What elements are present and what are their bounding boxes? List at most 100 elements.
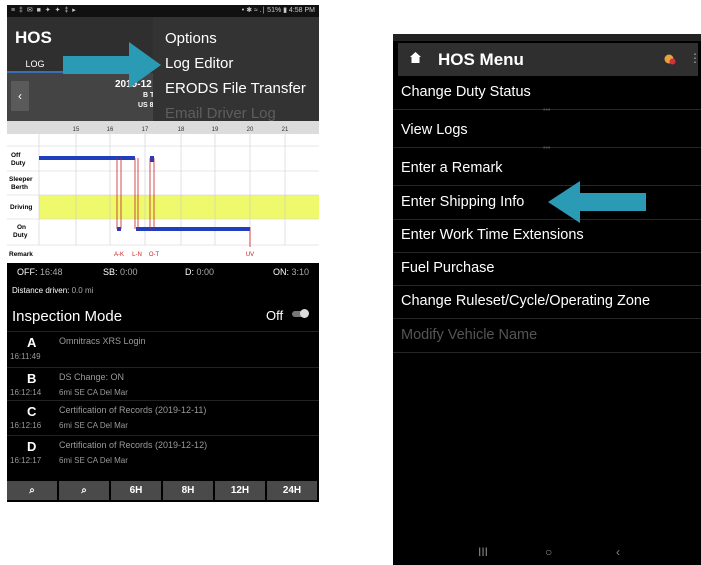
status-bar [393, 34, 701, 41]
zoom-6h-button[interactable]: 6H [111, 481, 161, 500]
event-row[interactable]: C Certification of Records (2019-12-11) … [7, 400, 319, 433]
zoom-in-button[interactable]: ⌕ [7, 481, 57, 500]
event-description: DS Change: ON [59, 372, 125, 382]
event-letter: A [27, 335, 37, 350]
options-menu: Options Log Editor ERODS File Transfer E… [153, 17, 319, 122]
summary-on-value: 3:10 [291, 267, 310, 277]
home-icon[interactable] [409, 51, 422, 64]
right-phone-screen: HOS Menu ⋮ Change Duty Status ••• View L… [393, 34, 701, 565]
menu-item-label: Enter a Remark [401, 160, 503, 176]
summary-d-value: 0:00 [196, 267, 215, 277]
app-bar: HOS Menu ⋮ [398, 43, 701, 76]
menu-item-erods-file-transfer[interactable]: ERODS File Transfer [165, 80, 306, 97]
inspection-toggle-knob[interactable] [300, 309, 309, 318]
event-row[interactable]: A Omnitracs XRS Login 16:11:49 [7, 331, 319, 364]
summary-on: ON: 3:10 [273, 267, 309, 277]
summary-sb: SB: 0:00 [103, 267, 138, 277]
duty-status-graph: 15 16 17 18 19 20 21 Off Duty Sleeper Be… [7, 121, 319, 263]
remark-label: UV [246, 252, 254, 258]
zoom-bar: ⌕ ⌕ 6H 8H 12H 24H [7, 479, 319, 502]
menu-item-change-duty-status[interactable]: Change Duty Status [393, 76, 701, 110]
remark-label: O-T [149, 252, 160, 258]
menu-item-label: Change Duty Status [401, 84, 531, 100]
home-nav-button[interactable]: ○ [545, 545, 552, 559]
event-location: 6mi SE CA Del Mar [59, 421, 128, 430]
menu-item-modify-vehicle-name[interactable]: Modify Vehicle Name [393, 319, 701, 353]
hour-axis-bar [7, 121, 319, 134]
remark-label: L-N [132, 252, 142, 258]
menu-item-enter-remark[interactable]: Enter a Remark [393, 152, 701, 186]
hour-tick-label: 17 [142, 127, 149, 133]
summary-off: OFF: 16:48 [17, 267, 63, 277]
hour-tick-label: 19 [212, 127, 219, 133]
hour-tick-label: 15 [73, 127, 80, 133]
separator-dots: ••• [543, 145, 551, 152]
menu-item-options[interactable]: Options [165, 30, 217, 47]
overflow-menu-icon[interactable]: ⋮ [689, 51, 701, 65]
summary-d: D: 0:00 [185, 267, 214, 277]
hour-tick-label: 20 [247, 127, 254, 133]
event-row[interactable]: D Certification of Records (2019-12-12) … [7, 435, 319, 468]
menu-item-change-ruleset[interactable]: Change Ruleset/Cycle/Operating Zone [393, 285, 701, 319]
inspection-mode-row[interactable]: Inspection Mode Off [7, 299, 319, 331]
zoom-8h-button[interactable]: 8H [163, 481, 213, 500]
menu-item-fuel-purchase[interactable]: Fuel Purchase [393, 252, 701, 286]
zoom-12h-button[interactable]: 12H [215, 481, 265, 500]
row-label-off-duty-2: Duty [11, 160, 26, 167]
menu-item-label: Enter Shipping Info [401, 194, 525, 210]
menu-item-label: Enter Work Time Extensions [401, 227, 584, 243]
event-time: 16:12:16 [10, 421, 42, 430]
callout-arrow-right [548, 181, 646, 223]
menu-item-work-time-extensions[interactable]: Enter Work Time Extensions [393, 219, 701, 253]
date-subtext-2: US 8 [138, 102, 154, 109]
menu-item-enter-shipping-info[interactable]: Enter Shipping Info [393, 186, 701, 220]
event-letter: D [27, 439, 37, 454]
event-description: Certification of Records (2019-12-12) [59, 440, 208, 450]
row-label-driving: Driving [10, 204, 32, 211]
distance-value: 0.0 mi [71, 286, 94, 295]
zoom-out-button[interactable]: ⌕ [59, 481, 109, 500]
hour-tick-label: 16 [107, 127, 114, 133]
event-description: Omnitracs XRS Login [59, 336, 146, 346]
event-letter: C [27, 404, 37, 419]
distance-label: Distance driven: [12, 286, 70, 295]
event-row[interactable]: B DS Change: ON 16:12:14 6mi SE CA Del M… [7, 367, 319, 400]
summary-off-value: 16:48 [40, 267, 63, 277]
zoom-24h-button[interactable]: 24H [267, 481, 317, 500]
duty-summary: OFF: 16:48 SB: 0:00 D: 0:00 ON: 3:10 Dis… [7, 263, 319, 299]
row-label-remark: Remark [9, 251, 33, 258]
row-label-sleeper-2: Berth [11, 184, 28, 191]
row-label-on-duty-1: On [17, 224, 26, 231]
app-title: HOS [15, 28, 52, 47]
menu-item-email-driver-log[interactable]: Email Driver Log [165, 105, 276, 122]
hour-tick-label: 21 [282, 127, 289, 133]
summary-on-label: ON: [273, 267, 290, 277]
event-time: 16:12:17 [10, 456, 42, 465]
event-description: Certification of Records (2019-12-11) [59, 405, 207, 415]
remark-label: A-K [114, 252, 124, 258]
tab-log[interactable]: LOG [7, 57, 63, 73]
summary-d-label: D: [185, 267, 194, 277]
inspection-mode-label: Inspection Mode [12, 308, 123, 325]
menu-item-label: Modify Vehicle Name [401, 327, 538, 343]
row-label-on-duty-2: Duty [13, 232, 28, 239]
event-location: 6mi SE CA Del Mar [59, 456, 128, 465]
summary-sb-label: SB: [103, 267, 118, 277]
recents-nav-button[interactable]: III [478, 545, 488, 559]
previous-day-button[interactable]: ‹ [11, 81, 29, 111]
event-letter: B [27, 371, 37, 386]
distance-driven: Distance driven: 0.0 mi [12, 286, 93, 295]
left-phone-screen: ≡ ‡ ✉ ■ ✦ ✦ ‡ ▸ • ✱ ≈ .∣ 51% ▮ 4:58 PM H… [7, 5, 319, 502]
event-time: 16:12:14 [10, 388, 42, 397]
menu-item-log-editor[interactable]: Log Editor [165, 55, 233, 72]
menu-item-label: View Logs [401, 122, 468, 138]
menu-item-label: Change Ruleset/Cycle/Operating Zone [401, 293, 651, 309]
summary-sb-value: 0:00 [120, 267, 138, 277]
back-nav-button[interactable]: ‹ [616, 545, 620, 559]
driving-band [39, 195, 319, 219]
alert-badge-icon[interactable] [664, 53, 676, 65]
row-label-off-duty-1: Off [11, 152, 21, 159]
row-label-sleeper-1: Sleeper [9, 176, 33, 183]
menu-item-view-logs[interactable]: View Logs [393, 114, 701, 148]
system-nav-bar: III ○ ‹ [393, 540, 701, 565]
